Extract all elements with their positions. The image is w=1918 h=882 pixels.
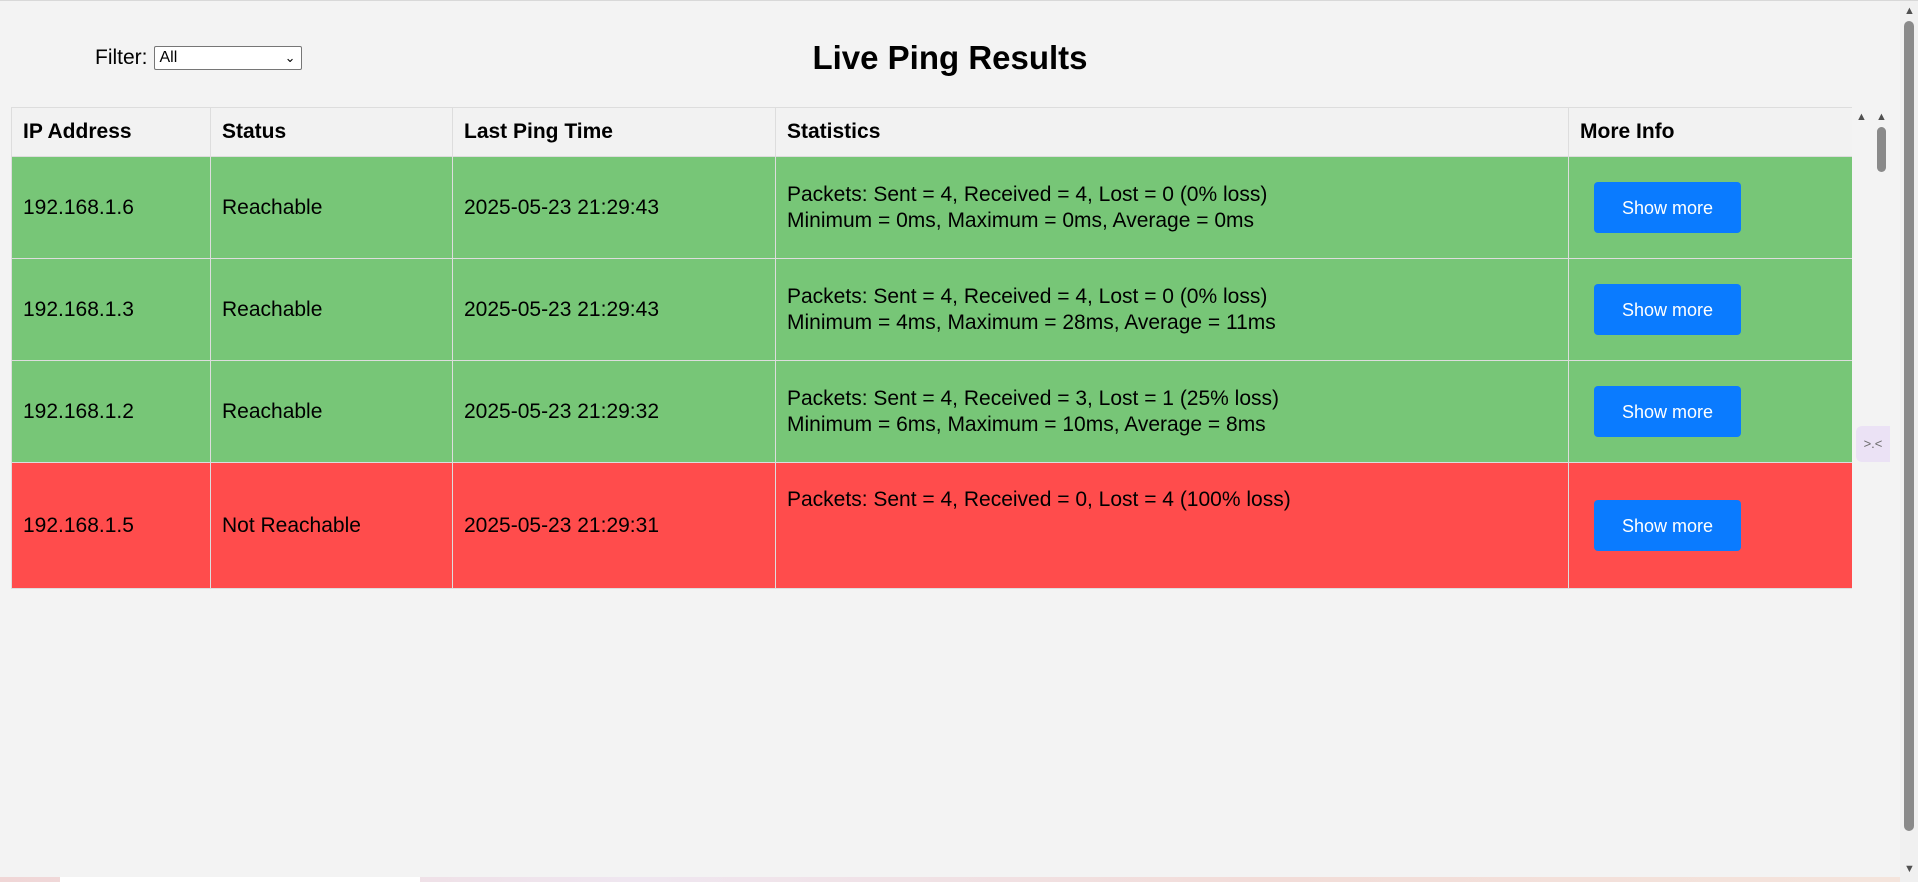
status-cell: Reachable [210, 360, 453, 463]
header-status: Status [210, 107, 453, 157]
more-info-cell: Show more [1568, 360, 1853, 463]
header-ip-address: IP Address [11, 107, 211, 157]
status-cell: Reachable [210, 258, 453, 361]
table-row: 192.168.1.3 Reachable 2025-05-23 21:29:4… [11, 258, 1853, 361]
time-cell: 2025-05-23 21:29:32 [452, 360, 776, 463]
scroll-down-arrow-icon[interactable]: ▼ [1904, 863, 1915, 875]
header-more-info: More Info [1568, 107, 1853, 157]
scroll-up-arrow-icon[interactable]: ▲ [1904, 5, 1915, 17]
time-cell: 2025-05-23 21:29:43 [452, 258, 776, 361]
stats-cell: Packets: Sent = 4, Received = 4, Lost = … [775, 156, 1569, 259]
show-more-button[interactable]: Show more [1594, 500, 1741, 551]
show-more-button[interactable]: Show more [1594, 386, 1741, 437]
ip-cell: 192.168.1.3 [11, 258, 211, 361]
inner-scrollbar[interactable]: ▲ ▲ [1852, 107, 1902, 882]
table-row: 192.168.1.5 Not Reachable 2025-05-23 21:… [11, 462, 1853, 589]
ip-cell: 192.168.1.2 [11, 360, 211, 463]
page-scrollbar-thumb[interactable] [1904, 21, 1914, 831]
stats-packets: Packets: Sent = 4, Received = 0, Lost = … [787, 488, 1291, 511]
page: Filter: All ⌄ Live Ping Results IP Addre… [0, 0, 1918, 882]
table-header-row: IP Address Status Last Ping Time Statist… [11, 107, 1853, 157]
header-statistics: Statistics [775, 107, 1569, 157]
inner-scrollbar-thumb[interactable] [1877, 127, 1886, 172]
more-info-cell: Show more [1568, 462, 1853, 589]
header-last-ping-time: Last Ping Time [452, 107, 776, 157]
stats-cell: Packets: Sent = 4, Received = 0, Lost = … [775, 462, 1569, 589]
ip-cell: 192.168.1.5 [11, 462, 211, 589]
time-cell: 2025-05-23 21:29:43 [452, 156, 776, 259]
more-info-cell: Show more [1568, 156, 1853, 259]
status-cell: Not Reachable [210, 462, 453, 589]
stats-times: Minimum = 4ms, Maximum = 28ms, Average =… [787, 310, 1276, 334]
scroll-up-arrow-icon[interactable]: ▲ [1876, 111, 1887, 123]
show-more-button[interactable]: Show more [1594, 284, 1741, 335]
table-row: 192.168.1.6 Reachable 2025-05-23 21:29:4… [11, 156, 1853, 259]
stats-packets: Packets: Sent = 4, Received = 4, Lost = … [787, 182, 1268, 206]
ip-cell: 192.168.1.6 [11, 156, 211, 259]
stats-packets: Packets: Sent = 4, Received = 3, Lost = … [787, 386, 1280, 410]
status-cell: Reachable [210, 156, 453, 259]
page-title: Live Ping Results [812, 39, 1088, 76]
stats-cell: Packets: Sent = 4, Received = 3, Lost = … [775, 360, 1569, 463]
table-row: 192.168.1.2 Reachable 2025-05-23 21:29:3… [11, 360, 1853, 463]
show-more-button[interactable]: Show more [1594, 182, 1741, 233]
results-table-container: IP Address Status Last Ping Time Statist… [11, 107, 1853, 589]
stats-times: Minimum = 6ms, Maximum = 10ms, Average =… [787, 412, 1266, 436]
bottom-taskbar-strip [0, 877, 1900, 882]
time-cell: 2025-05-23 21:29:31 [452, 462, 776, 589]
results-table: IP Address Status Last Ping Time Statist… [11, 107, 1853, 589]
stats-cell: Packets: Sent = 4, Received = 4, Lost = … [775, 258, 1569, 361]
collapse-icon[interactable]: >.< [1856, 426, 1890, 462]
more-info-cell: Show more [1568, 258, 1853, 361]
page-scrollbar[interactable]: ▲ ▼ [1900, 1, 1918, 882]
scroll-up-arrow-icon[interactable]: ▲ [1856, 111, 1867, 123]
stats-times: Minimum = 0ms, Maximum = 0ms, Average = … [787, 208, 1255, 232]
stats-packets: Packets: Sent = 4, Received = 4, Lost = … [787, 284, 1268, 308]
taskbar-tab [60, 877, 420, 882]
